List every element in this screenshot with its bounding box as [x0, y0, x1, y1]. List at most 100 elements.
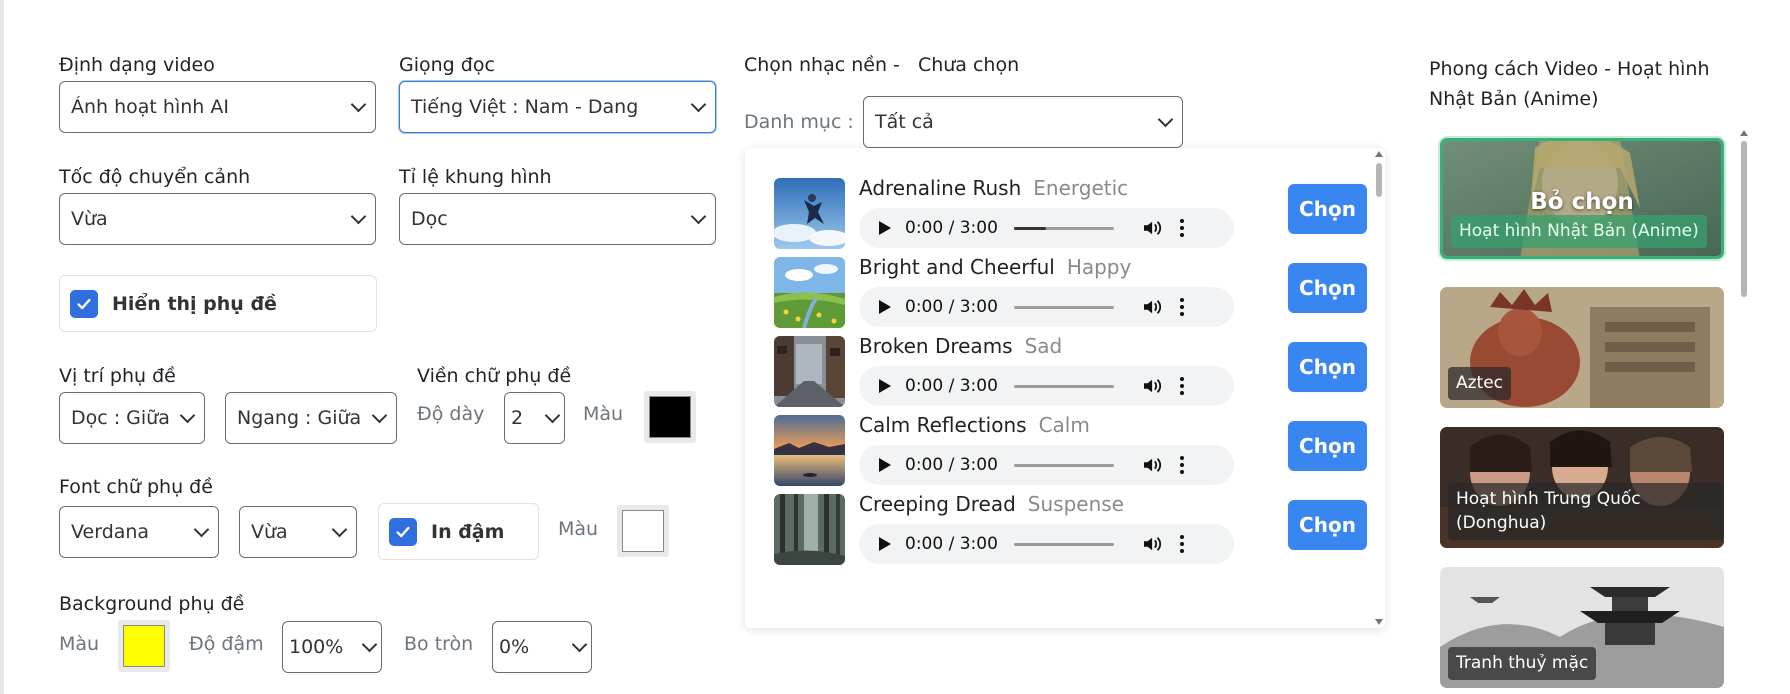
track-item: Creeping Dread Suspense 0:00 / 3:00 Chọn	[774, 492, 1367, 568]
scroll-down-arrow[interactable]	[1375, 619, 1383, 625]
audio-progress-bar[interactable]	[1013, 305, 1114, 309]
style-card-aztec[interactable]: Aztec	[1440, 287, 1724, 408]
more-options-icon[interactable]	[1179, 219, 1184, 237]
scroll-up-arrow[interactable]	[1740, 130, 1748, 136]
chevron-down-icon	[331, 521, 348, 537]
audio-progress-bar[interactable]	[1013, 226, 1114, 230]
font-size-select[interactable]: Vừa	[239, 506, 357, 558]
track-thumbnail	[774, 178, 845, 249]
bg-opacity-select[interactable]: 100%	[282, 621, 382, 673]
track-item: Broken Dreams Sad 0:00 / 3:00 Chọn	[774, 334, 1367, 410]
bg-color-picker[interactable]	[118, 620, 170, 672]
style-card-anime[interactable]: Bỏ chọn Hoạt hình Nhật Bản (Anime)	[1440, 138, 1724, 259]
audio-player[interactable]: 0:00 / 3:00	[859, 208, 1234, 248]
audio-player[interactable]: 0:00 / 3:00	[859, 366, 1234, 406]
volume-icon[interactable]	[1142, 298, 1164, 316]
track-thumbnail	[774, 257, 845, 328]
track-mood: Happy	[1066, 255, 1132, 279]
choose-track-button[interactable]: Chọn	[1288, 263, 1367, 313]
track-title: Creeping Dread Suspense	[859, 492, 1124, 516]
bg-radius-select[interactable]: 0%	[492, 621, 592, 673]
music-selected-status: Chưa chọn	[917, 54, 1020, 76]
music-category-label: Danh mục :	[744, 111, 854, 133]
outline-color-label: Màu	[583, 403, 624, 425]
music-track-list[interactable]: Adrenaline Rush Energetic 0:00 / 3:00 Chọ…	[745, 148, 1385, 628]
subtitle-horizontal-select[interactable]: Ngang : Giữa	[225, 392, 397, 444]
aspect-ratio-select[interactable]: Dọc	[399, 193, 716, 245]
chevron-down-icon	[544, 407, 561, 423]
subtitle-horizontal-value: Ngang : Giữa	[237, 407, 362, 429]
font-family-select[interactable]: Verdana	[59, 506, 219, 558]
bg-opacity-value: 100%	[289, 636, 344, 658]
volume-icon[interactable]	[1142, 219, 1164, 237]
more-options-icon[interactable]	[1179, 535, 1184, 553]
video-format-select[interactable]: Ảnh hoạt hình AI	[59, 81, 376, 133]
style-card-donghua[interactable]: Hoạt hình Trung Quốc (Donghua)	[1440, 427, 1724, 548]
volume-icon[interactable]	[1142, 456, 1164, 474]
scroll-up-arrow[interactable]	[1375, 151, 1383, 157]
track-title: Bright and Cheerful Happy	[859, 255, 1131, 279]
bg-radius-value: 0%	[499, 636, 530, 658]
bold-label: In đậm	[431, 520, 505, 543]
voice-value: Tiếng Việt : Nam - Dang	[411, 96, 639, 118]
choose-track-button[interactable]: Chọn	[1288, 500, 1367, 550]
play-icon[interactable]	[879, 379, 891, 393]
audio-player[interactable]: 0:00 / 3:00	[859, 287, 1234, 327]
voice-select[interactable]: Tiếng Việt : Nam - Dang	[399, 81, 716, 133]
style-name: Hoạt hình Nhật Bản (Anime)	[1451, 215, 1707, 248]
track-thumbnail	[774, 336, 845, 407]
audio-player[interactable]: 0:00 / 3:00	[859, 524, 1234, 564]
music-scrollbar-thumb[interactable]	[1376, 163, 1382, 197]
video-format-value: Ảnh hoạt hình AI	[71, 96, 229, 118]
show-subtitles-checkbox[interactable]: Hiển thị phụ đề	[59, 275, 377, 332]
subtitle-outline-label: Viền chữ phụ đề	[417, 365, 572, 387]
more-options-icon[interactable]	[1179, 298, 1184, 316]
audio-player[interactable]: 0:00 / 3:00	[859, 445, 1234, 485]
font-size-value: Vừa	[251, 521, 288, 543]
choose-track-button[interactable]: Chọn	[1288, 421, 1367, 471]
outline-thickness-label: Độ dày	[417, 403, 485, 425]
volume-icon[interactable]	[1142, 535, 1164, 553]
play-icon[interactable]	[879, 458, 891, 472]
transition-speed-value: Vừa	[71, 208, 108, 230]
style-name: Tranh thuỷ mặc	[1448, 647, 1597, 680]
choose-track-button[interactable]: Chọn	[1288, 184, 1367, 234]
track-name: Broken Dreams	[859, 334, 1013, 358]
choose-track-button[interactable]: Chọn	[1288, 342, 1367, 392]
transition-speed-select[interactable]: Vừa	[59, 193, 376, 245]
style-name: Aztec	[1448, 367, 1512, 400]
track-name: Calm Reflections	[859, 413, 1027, 437]
style-card-ink-painting[interactable]: Tranh thuỷ mặc	[1440, 567, 1724, 688]
aspect-ratio-value: Dọc	[411, 208, 448, 230]
audio-progress-bar[interactable]	[1013, 463, 1114, 467]
bold-checkbox[interactable]: In đậm	[378, 503, 539, 560]
audio-time: 0:00 / 3:00	[905, 376, 998, 396]
chevron-down-icon	[350, 96, 367, 112]
volume-icon[interactable]	[1142, 377, 1164, 395]
styles-scrollbar-thumb[interactable]	[1741, 141, 1747, 297]
audio-time: 0:00 / 3:00	[905, 455, 998, 475]
play-icon[interactable]	[879, 537, 891, 551]
audio-progress-bar[interactable]	[1013, 542, 1114, 546]
more-options-icon[interactable]	[1179, 377, 1184, 395]
play-icon[interactable]	[879, 300, 891, 314]
subtitle-font-label: Font chữ phụ đề	[59, 476, 213, 498]
outline-color-picker[interactable]	[644, 391, 696, 443]
deselect-label[interactable]: Bỏ chọn	[1443, 189, 1721, 215]
subtitle-vertical-select[interactable]: Dọc : Giữa	[59, 392, 205, 444]
bg-opacity-label: Độ đậm	[189, 633, 264, 655]
chevron-down-icon	[690, 208, 707, 224]
play-icon[interactable]	[879, 221, 891, 235]
outline-color-swatch	[649, 396, 691, 438]
audio-progress-bar[interactable]	[1013, 384, 1114, 388]
font-color-picker[interactable]	[617, 505, 669, 557]
chevron-down-icon	[1157, 111, 1174, 127]
more-options-icon[interactable]	[1179, 456, 1184, 474]
music-category-select[interactable]: Tất cả	[863, 96, 1183, 148]
checkbox-checked-icon	[70, 289, 98, 318]
bg-color-label: Màu	[59, 633, 100, 655]
track-mood: Sad	[1024, 334, 1063, 358]
aspect-ratio-label: Tỉ lệ khung hình	[399, 166, 552, 188]
checkbox-checked-icon	[389, 517, 417, 546]
outline-thickness-select[interactable]: 2	[504, 392, 565, 444]
